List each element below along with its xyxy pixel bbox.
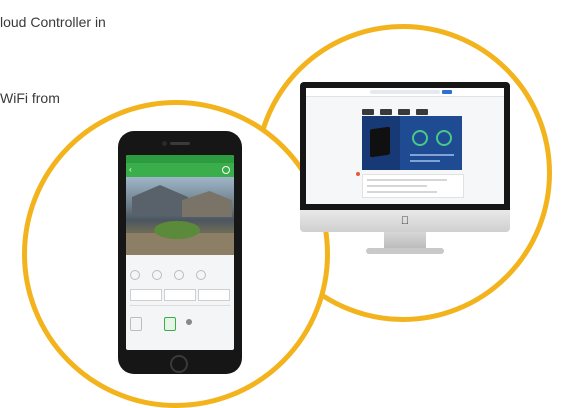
status-gauge — [412, 130, 428, 146]
back-arrow-icon[interactable]: ‹ — [129, 163, 132, 177]
zone-icon[interactable] — [196, 270, 206, 280]
controller-status-panel — [362, 116, 462, 170]
yard-photo — [126, 177, 234, 255]
device-icon[interactable] — [130, 317, 142, 331]
lawn-shape — [154, 221, 200, 239]
controller-device-image — [370, 126, 390, 158]
zone-tile[interactable] — [164, 289, 196, 301]
controller-tab — [398, 109, 410, 115]
controller-tab — [362, 109, 374, 115]
imac-bezel — [300, 82, 510, 210]
controller-device-card — [362, 116, 400, 170]
home-button-icon — [170, 355, 188, 373]
status-gauge — [436, 130, 452, 146]
browser-topbar — [306, 88, 504, 97]
device-icon[interactable] — [186, 319, 192, 325]
controller-tab — [380, 109, 392, 115]
zone-tile[interactable] — [198, 289, 230, 301]
alert-dot — [356, 172, 360, 176]
browser-button — [442, 90, 452, 94]
desktop-controller-screen — [306, 88, 504, 204]
phone-speaker — [170, 142, 190, 145]
zone-tile[interactable] — [130, 289, 162, 301]
phone-camera — [162, 141, 167, 146]
zone-selector-row — [130, 267, 230, 285]
device-icons-row — [130, 317, 230, 333]
list-item — [367, 179, 447, 181]
controller-tab-strip — [362, 102, 462, 115]
background-text-line-2: WiFi from — [0, 90, 60, 106]
app-header: ‹ — [126, 163, 234, 177]
background-text-line-1: loud Controller in — [0, 14, 106, 30]
controller-tab — [416, 109, 428, 115]
phone-status-bar — [126, 155, 234, 163]
browser-url-bar — [370, 90, 440, 94]
zone-tiles — [130, 289, 230, 301]
status-text-line — [410, 160, 440, 162]
divider — [130, 305, 230, 306]
imac-stand-base — [366, 248, 444, 254]
zone-icon[interactable] — [152, 270, 162, 280]
list-item — [367, 191, 437, 193]
controller-list — [362, 174, 464, 198]
gear-icon[interactable] — [222, 166, 230, 174]
house-shape — [132, 185, 188, 215]
zone-icon[interactable] — [174, 270, 184, 280]
phone-illustration: ‹ — [118, 131, 242, 374]
device-icon[interactable] — [164, 317, 176, 331]
zone-icon[interactable] — [130, 270, 140, 280]
apple-icon:  — [399, 215, 411, 227]
list-item — [367, 185, 427, 187]
house-shape — [182, 191, 232, 217]
status-text-line — [410, 154, 454, 156]
mobile-app-screen: ‹ — [126, 155, 234, 350]
